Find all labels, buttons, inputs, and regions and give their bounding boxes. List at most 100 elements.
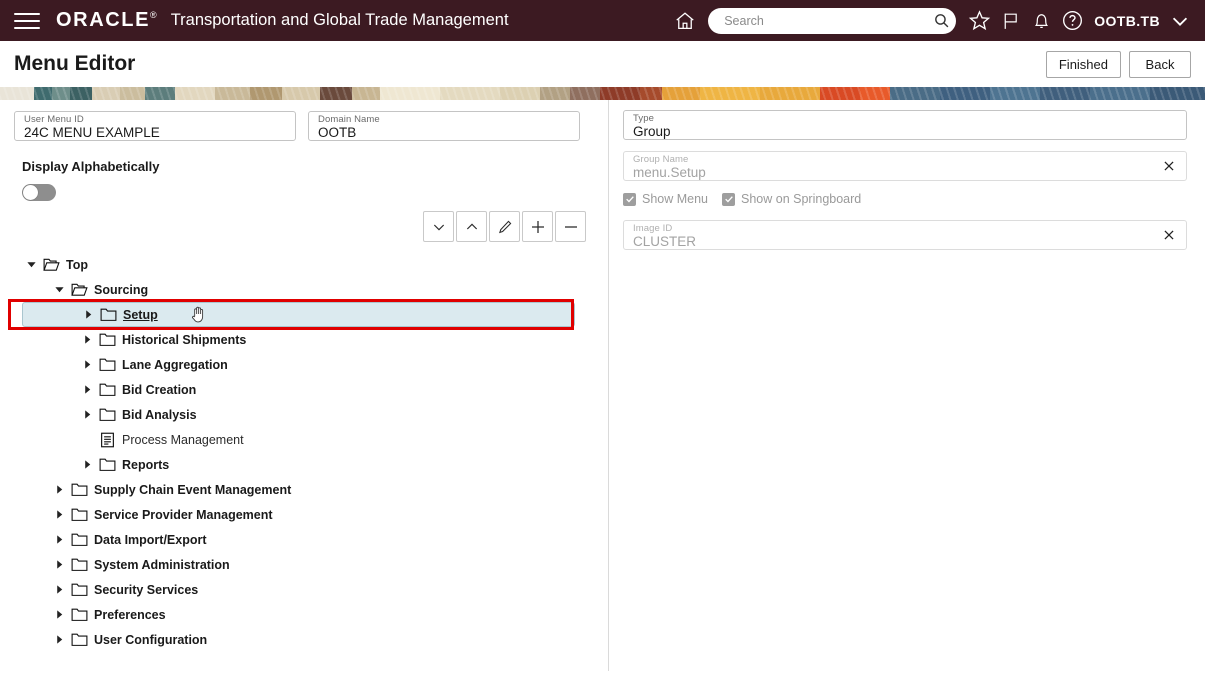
chevron-down-icon[interactable]	[50, 277, 68, 302]
chevron-right-icon[interactable]	[50, 502, 68, 527]
user-menu-id-field[interactable]: User Menu ID 24C MENU EXAMPLE	[14, 111, 296, 141]
chevron-right-icon[interactable]	[50, 602, 68, 627]
folder-icon	[68, 502, 90, 527]
display-alphabetically-label: Display Alphabetically	[22, 159, 160, 174]
flag-icon[interactable]	[995, 5, 1026, 37]
tree-node-label: Preferences	[94, 607, 166, 622]
finished-button[interactable]: Finished	[1045, 50, 1121, 78]
image-id-field[interactable]: Image ID CLUSTER	[623, 220, 1187, 250]
tree-node[interactable]: Lane Aggregation	[0, 352, 608, 377]
image-id-label: Image ID	[633, 223, 673, 234]
show-menu-checkbox[interactable]	[623, 192, 636, 206]
tree-node-label: Reports	[122, 457, 170, 472]
tree-node[interactable]: Sourcing	[0, 277, 608, 302]
folder-icon	[96, 377, 118, 402]
folder-icon	[68, 577, 90, 602]
tree-node-label: Historical Shipments	[122, 332, 247, 347]
image-id-clear-icon[interactable]	[1161, 227, 1177, 243]
content-area: User Menu ID 24C MENU EXAMPLE Domain Nam…	[0, 100, 1205, 671]
chevron-right-icon[interactable]	[78, 352, 96, 377]
chevron-right-icon[interactable]	[78, 327, 96, 352]
tree-node[interactable]: Preferences	[0, 602, 608, 627]
user-menu-label[interactable]: OOTB.TB	[1094, 13, 1160, 29]
add-button[interactable]	[522, 211, 553, 242]
tree-node-label: System Administration	[94, 557, 230, 572]
chevron-right-icon[interactable]	[50, 527, 68, 552]
display-alphabetically-toggle[interactable]	[22, 184, 56, 201]
tree-node[interactable]: User Configuration	[0, 627, 608, 652]
bell-icon[interactable]	[1026, 5, 1057, 37]
home-icon[interactable]	[668, 5, 702, 37]
edit-button[interactable]	[489, 211, 520, 242]
chevron-right-icon[interactable]	[78, 452, 96, 477]
tree-node-label: Data Import/Export	[94, 532, 207, 547]
tree-node[interactable]: Process Management	[0, 427, 608, 452]
registered-mark: ®	[150, 10, 157, 21]
folder-open-icon	[68, 277, 90, 302]
twisty-placeholder	[78, 427, 96, 452]
tree-node[interactable]: Bid Creation	[0, 377, 608, 402]
decorative-banner-strip	[0, 87, 1205, 100]
type-value: Group	[633, 124, 671, 139]
oracle-wordmark: ORACLE	[56, 9, 151, 31]
star-icon[interactable]	[964, 5, 995, 37]
global-header: ORACLE® Transportation and Global Trade …	[0, 0, 1205, 41]
image-id-value: CLUSTER	[633, 234, 697, 249]
toggle-knob	[23, 185, 38, 200]
folder-icon	[96, 352, 118, 377]
tree-node-label: Lane Aggregation	[122, 357, 228, 372]
tree-node[interactable]: Top	[0, 252, 608, 277]
tree-node[interactable]: Historical Shipments	[0, 327, 608, 352]
tree-node[interactable]: Security Services	[0, 577, 608, 602]
menu-tree-pane: User Menu ID 24C MENU EXAMPLE Domain Nam…	[0, 100, 608, 671]
move-up-button[interactable]	[456, 211, 487, 242]
chevron-down-icon[interactable]	[22, 252, 40, 277]
folder-icon	[96, 327, 118, 352]
tree-node[interactable]: Supply Chain Event Management	[0, 477, 608, 502]
document-icon	[96, 427, 118, 452]
back-button[interactable]: Back	[1129, 50, 1191, 78]
tree-node[interactable]: System Administration	[0, 552, 608, 577]
show-on-springboard-checkbox[interactable]	[722, 192, 736, 206]
chevron-down-icon[interactable]	[1164, 5, 1195, 37]
folder-icon	[96, 452, 118, 477]
chevron-right-icon[interactable]	[79, 302, 97, 327]
hamburger-icon[interactable]	[14, 11, 40, 31]
menu-header-fields: User Menu ID 24C MENU EXAMPLE Domain Nam…	[0, 100, 608, 141]
chevron-right-icon[interactable]	[78, 377, 96, 402]
chevron-right-icon[interactable]	[50, 627, 68, 652]
search-input[interactable]	[722, 12, 934, 29]
remove-button[interactable]	[555, 211, 586, 242]
page-action-buttons: Finished Back	[1045, 50, 1191, 78]
tree-node[interactable]: Reports	[0, 452, 608, 477]
help-circle-icon[interactable]	[1057, 5, 1088, 37]
folder-icon	[68, 602, 90, 627]
menu-item-properties-pane: Type Group Group Name menu.Setup Show Me…	[609, 100, 1205, 671]
domain-name-label: Domain Name	[318, 114, 380, 125]
group-name-clear-icon[interactable]	[1161, 158, 1177, 174]
chevron-right-icon[interactable]	[50, 577, 68, 602]
tree-node[interactable]: Bid Analysis	[0, 402, 608, 427]
tree-toolbar	[0, 201, 608, 242]
chevron-right-icon[interactable]	[50, 552, 68, 577]
tree-node[interactable]: Service Provider Management	[0, 502, 608, 527]
menu-tree[interactable]: Top Sourcing Setup Historical Shipments Lane…	[0, 252, 608, 652]
group-name-field[interactable]: Group Name menu.Setup	[623, 151, 1187, 181]
move-down-button[interactable]	[423, 211, 454, 242]
chevron-right-icon[interactable]	[50, 477, 68, 502]
domain-name-field[interactable]: Domain Name OOTB	[308, 111, 580, 141]
group-name-label: Group Name	[633, 154, 689, 165]
type-label: Type	[633, 113, 654, 124]
tree-node-label: Bid Analysis	[122, 407, 197, 422]
oracle-logo: ORACLE®	[56, 9, 157, 32]
tree-node[interactable]: Data Import/Export	[0, 527, 608, 552]
search-icon[interactable]	[933, 12, 950, 29]
type-field[interactable]: Type Group	[623, 110, 1187, 140]
search-box[interactable]	[708, 7, 957, 34]
tree-node-selected[interactable]: Setup	[22, 302, 575, 327]
tree-node-label: Supply Chain Event Management	[94, 482, 292, 497]
folder-icon	[68, 477, 90, 502]
folder-icon	[96, 402, 118, 427]
page-header: Menu Editor Finished Back	[0, 41, 1205, 87]
chevron-right-icon[interactable]	[78, 402, 96, 427]
